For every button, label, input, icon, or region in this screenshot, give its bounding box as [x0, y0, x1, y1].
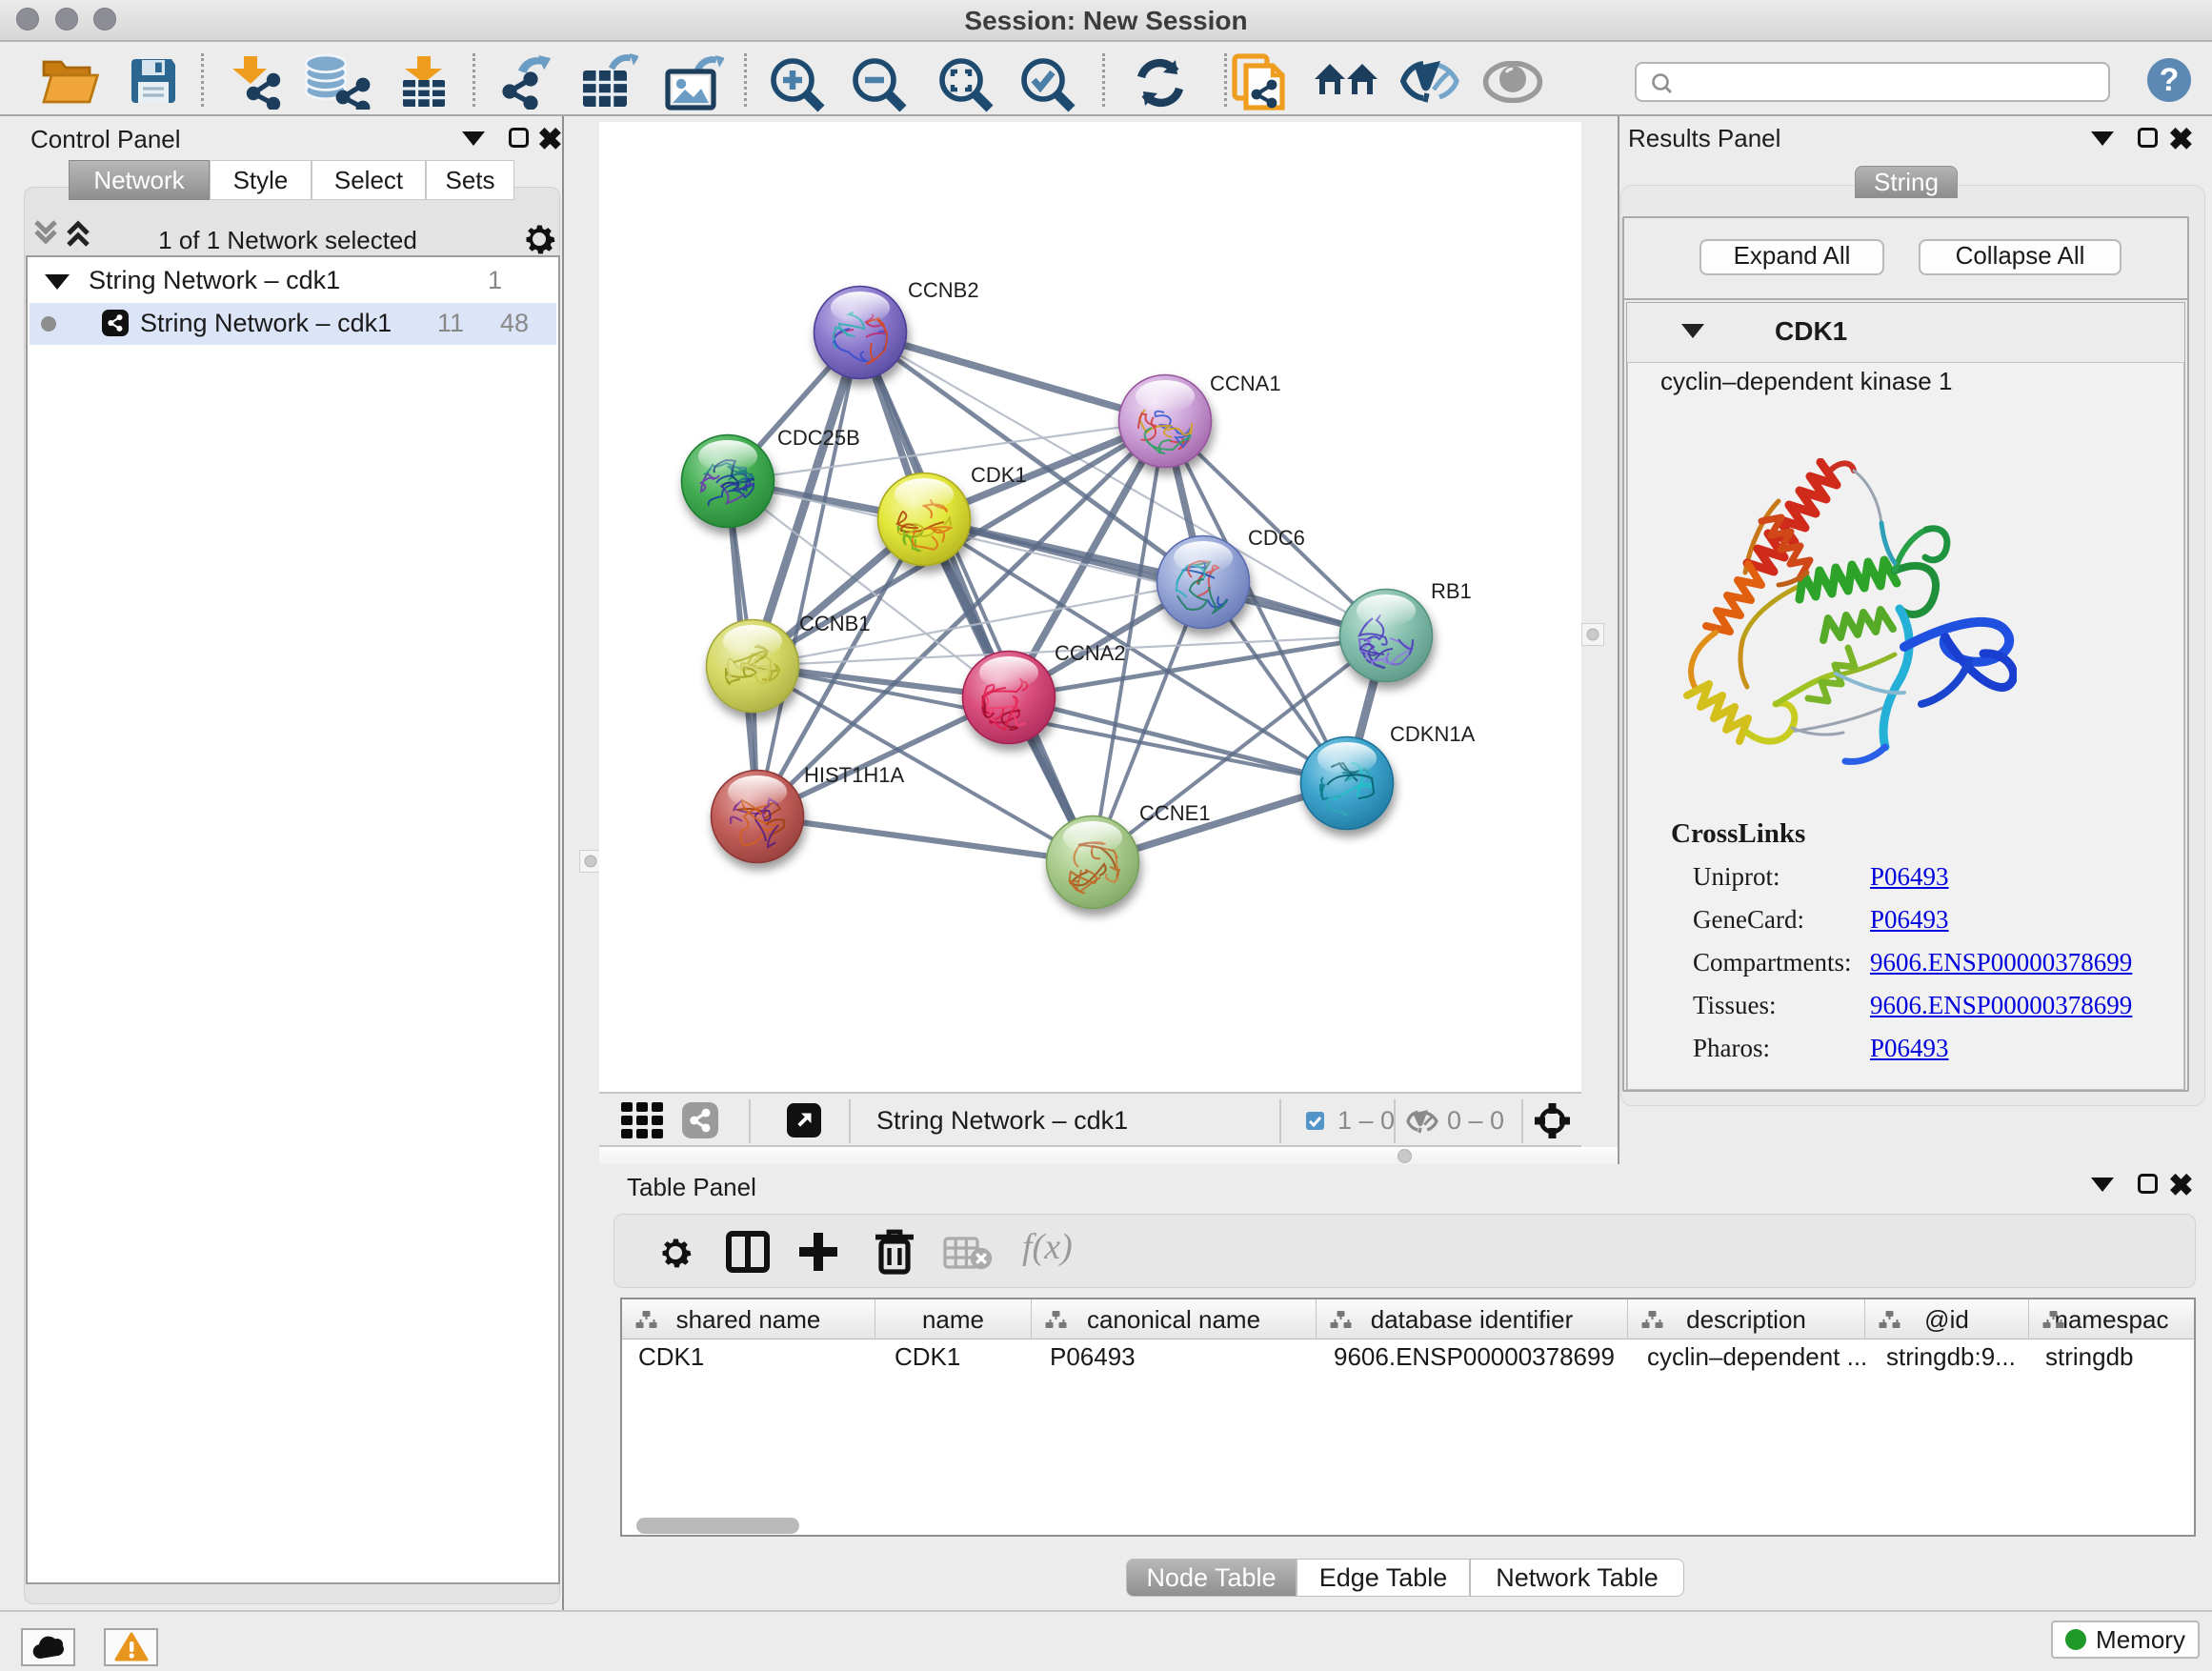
svg-text:CCNE1: CCNE1 [1139, 801, 1211, 825]
svg-text:CCNB1: CCNB1 [799, 612, 871, 635]
svg-text:CCNA1: CCNA1 [1210, 372, 1281, 395]
svg-text:CCNB2: CCNB2 [908, 278, 979, 302]
svg-text:CDKN1A: CDKN1A [1390, 722, 1476, 746]
svg-text:CDK1: CDK1 [971, 463, 1027, 487]
svg-text:HIST1H1A: HIST1H1A [804, 763, 904, 787]
svg-text:RB1: RB1 [1431, 579, 1472, 603]
svg-text:CDC25B: CDC25B [777, 426, 860, 450]
svg-text:CDC6: CDC6 [1248, 526, 1305, 550]
svg-text:CCNA2: CCNA2 [1055, 641, 1126, 665]
